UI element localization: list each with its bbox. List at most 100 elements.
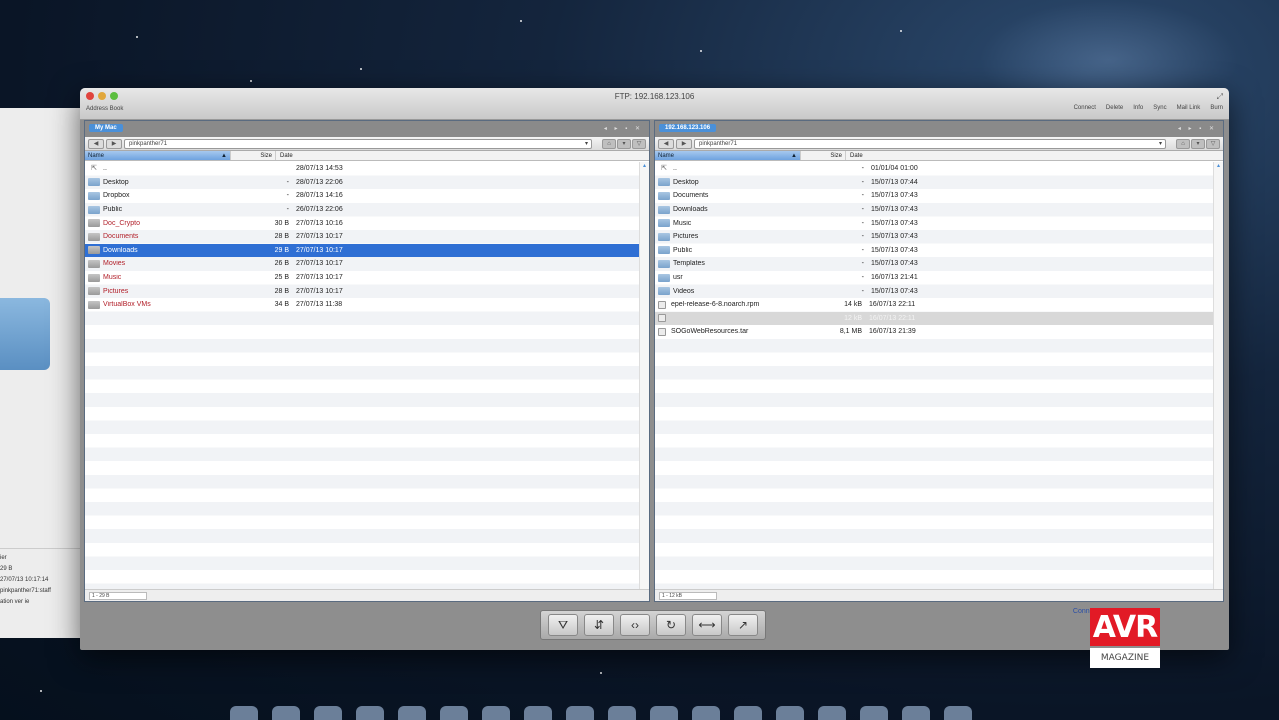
list-item[interactable]: Documents 28 B 27/07/13 10:17 bbox=[85, 230, 639, 244]
list-item[interactable]: Pictures -15/07/13 07:43 bbox=[655, 230, 1213, 244]
list-item-highlighted[interactable]: 12 kB 16/07/13 22:11 bbox=[655, 311, 1213, 326]
column-size[interactable]: Size bbox=[800, 151, 845, 160]
item-size: - bbox=[861, 233, 864, 241]
toolbar-delete[interactable]: Delete bbox=[1106, 105, 1123, 111]
dock-app-icon[interactable] bbox=[860, 706, 888, 720]
tab-my-mac[interactable]: My Mac bbox=[89, 124, 123, 132]
list-item[interactable]: Desktop -15/07/13 07:44 bbox=[655, 176, 1213, 190]
dock-app-icon[interactable] bbox=[272, 706, 300, 720]
dock-app-icon[interactable] bbox=[692, 706, 720, 720]
filter-button[interactable]: ▽ bbox=[632, 138, 646, 149]
item-name: Documents bbox=[673, 192, 709, 200]
compare-icon[interactable]: ⇵ bbox=[584, 614, 614, 636]
list-item[interactable]: Music 25 B 27/07/13 10:17 bbox=[85, 271, 639, 285]
list-item[interactable]: VirtualBox VMs 34 B 27/07/13 11:38 bbox=[85, 298, 639, 312]
transfer-icon[interactable]: ↗ bbox=[728, 614, 758, 636]
list-item[interactable]: Public -15/07/13 07:43 bbox=[655, 244, 1213, 258]
toolbar-info[interactable]: Info bbox=[1133, 105, 1143, 111]
toolbar-address-book[interactable]: Address Book bbox=[86, 106, 123, 112]
path-select[interactable]: pinkpanther71 ▾ bbox=[124, 138, 592, 149]
file-icon bbox=[658, 300, 666, 309]
home-button[interactable]: ⌂ bbox=[1176, 138, 1190, 149]
list-item[interactable]: ⇱.. -01/01/04 01:00 bbox=[655, 162, 1213, 176]
list-item[interactable]: Videos -15/07/13 07:43 bbox=[655, 284, 1213, 298]
dock-app-icon[interactable] bbox=[776, 706, 804, 720]
back-button[interactable]: ◀ bbox=[658, 138, 674, 149]
scroll-up-icon[interactable]: ▴ bbox=[640, 162, 649, 169]
list-item[interactable]: Documents -15/07/13 07:43 bbox=[655, 189, 1213, 203]
column-name[interactable]: Name ▲ bbox=[85, 151, 230, 160]
dock-app-icon[interactable] bbox=[608, 706, 636, 720]
dock-app-icon[interactable] bbox=[944, 706, 972, 720]
list-item[interactable]: Music -15/07/13 07:43 bbox=[655, 216, 1213, 230]
dock-app-icon[interactable] bbox=[356, 706, 384, 720]
item-size: - bbox=[861, 219, 864, 227]
filter-button[interactable]: ▽ bbox=[1206, 138, 1220, 149]
item-date: 16/07/13 22:11 bbox=[869, 314, 916, 322]
path-select[interactable]: pinkpanther71 ▾ bbox=[694, 138, 1166, 149]
list-item[interactable]: Templates -15/07/13 07:43 bbox=[655, 257, 1213, 271]
folder-icon bbox=[658, 259, 670, 268]
column-name[interactable]: Name ▲ bbox=[655, 151, 800, 160]
dock-app-icon[interactable] bbox=[902, 706, 930, 720]
item-name: Public bbox=[673, 246, 693, 254]
dock-app-icon[interactable] bbox=[230, 706, 258, 720]
list-item[interactable]: SOGoWebResources.tar 8,1 MB 16/07/13 21:39 bbox=[655, 325, 1213, 339]
back-button[interactable]: ◀ bbox=[88, 138, 104, 149]
vertical-scrollbar[interactable]: ▴ bbox=[639, 162, 649, 589]
list-item[interactable]: Downloads -15/07/13 07:43 bbox=[655, 203, 1213, 217]
alias-folder-icon bbox=[88, 287, 100, 296]
view-button[interactable]: ▾ bbox=[617, 138, 631, 149]
list-item[interactable]: Doc_Crypto 30 B 27/07/13 10:16 bbox=[85, 216, 639, 230]
list-item[interactable]: Dropbox -28/07/13 14:16 bbox=[85, 189, 639, 203]
alias-folder-icon bbox=[88, 273, 100, 282]
swap-icon[interactable]: ⟷ bbox=[692, 614, 722, 636]
filter-icon[interactable]: ⛛ bbox=[548, 614, 578, 636]
refresh-icon[interactable]: ↻ bbox=[656, 614, 686, 636]
path-label: pinkpanther71 bbox=[129, 140, 168, 147]
list-item[interactable]: Pictures 28 B 27/07/13 10:17 bbox=[85, 284, 639, 298]
fullscreen-icon[interactable]: ⤢ bbox=[1217, 92, 1223, 102]
file-list: ⇱.. 28/07/13 14:53 Desktop -28/07/13 22:06… bbox=[85, 162, 639, 589]
list-item[interactable]: Public -26/07/13 22:06 bbox=[85, 203, 639, 217]
dock-app-icon[interactable] bbox=[482, 706, 510, 720]
pane-controls[interactable]: ◂ ▸ ▪ ✕ bbox=[1178, 125, 1217, 132]
dock-app-icon[interactable] bbox=[650, 706, 678, 720]
toolbar-connect[interactable]: Connect bbox=[1074, 105, 1096, 111]
code-icon[interactable]: ‹› bbox=[620, 614, 650, 636]
dock-app-icon[interactable] bbox=[524, 706, 552, 720]
list-item-selected[interactable]: Downloads 29 B 27/07/13 10:17 bbox=[85, 243, 639, 258]
list-item[interactable]: ⇱.. 28/07/13 14:53 bbox=[85, 162, 639, 176]
list-item[interactable]: Movies 26 B 27/07/13 10:17 bbox=[85, 257, 639, 271]
vertical-scrollbar[interactable]: ▴ bbox=[1213, 162, 1223, 589]
toolbar-burn[interactable]: Burn bbox=[1210, 105, 1223, 111]
dock-app-icon[interactable] bbox=[314, 706, 342, 720]
column-size[interactable]: Size bbox=[230, 151, 275, 160]
dock-app-icon[interactable] bbox=[398, 706, 426, 720]
forward-button[interactable]: ▶ bbox=[106, 138, 122, 149]
dock-app-icon[interactable] bbox=[566, 706, 594, 720]
dock-app-icon[interactable] bbox=[440, 706, 468, 720]
item-size: 29 B bbox=[274, 246, 289, 254]
folder-icon bbox=[658, 219, 670, 228]
bg-info-line: 27/07/13 10:17:14 bbox=[0, 577, 49, 583]
column-date[interactable]: Date bbox=[275, 151, 649, 160]
list-item[interactable]: Desktop -28/07/13 22:06 bbox=[85, 176, 639, 190]
list-item[interactable]: usr -16/07/13 21:41 bbox=[655, 271, 1213, 285]
dock-app-icon[interactable] bbox=[734, 706, 762, 720]
tab-remote-server[interactable]: 192.168.123.106 bbox=[659, 124, 717, 132]
dock-app-icon[interactable] bbox=[818, 706, 846, 720]
toolbar-sync[interactable]: Sync bbox=[1153, 105, 1166, 111]
view-button[interactable]: ▾ bbox=[1191, 138, 1205, 149]
pane-controls[interactable]: ◂ ▸ ▪ ✕ bbox=[604, 125, 643, 132]
path-bar: ◀ ▶ pinkpanther71 ▾ ⌂ ▾ ▽ bbox=[85, 137, 649, 151]
list-item[interactable]: epel-release-6-8.noarch.rpm 14 kB 16/07/13… bbox=[655, 298, 1213, 312]
scroll-up-icon[interactable]: ▴ bbox=[1214, 162, 1223, 169]
home-button[interactable]: ⌂ bbox=[602, 138, 616, 149]
bg-info-line: pinkpanther71:staff bbox=[0, 588, 51, 594]
folder-icon bbox=[658, 232, 670, 241]
toolbar-mail-link[interactable]: Mail Link bbox=[1177, 105, 1201, 111]
forward-button[interactable]: ▶ bbox=[676, 138, 692, 149]
parent-folder-icon: ⇱ bbox=[91, 164, 97, 172]
column-date[interactable]: Date bbox=[845, 151, 1223, 160]
